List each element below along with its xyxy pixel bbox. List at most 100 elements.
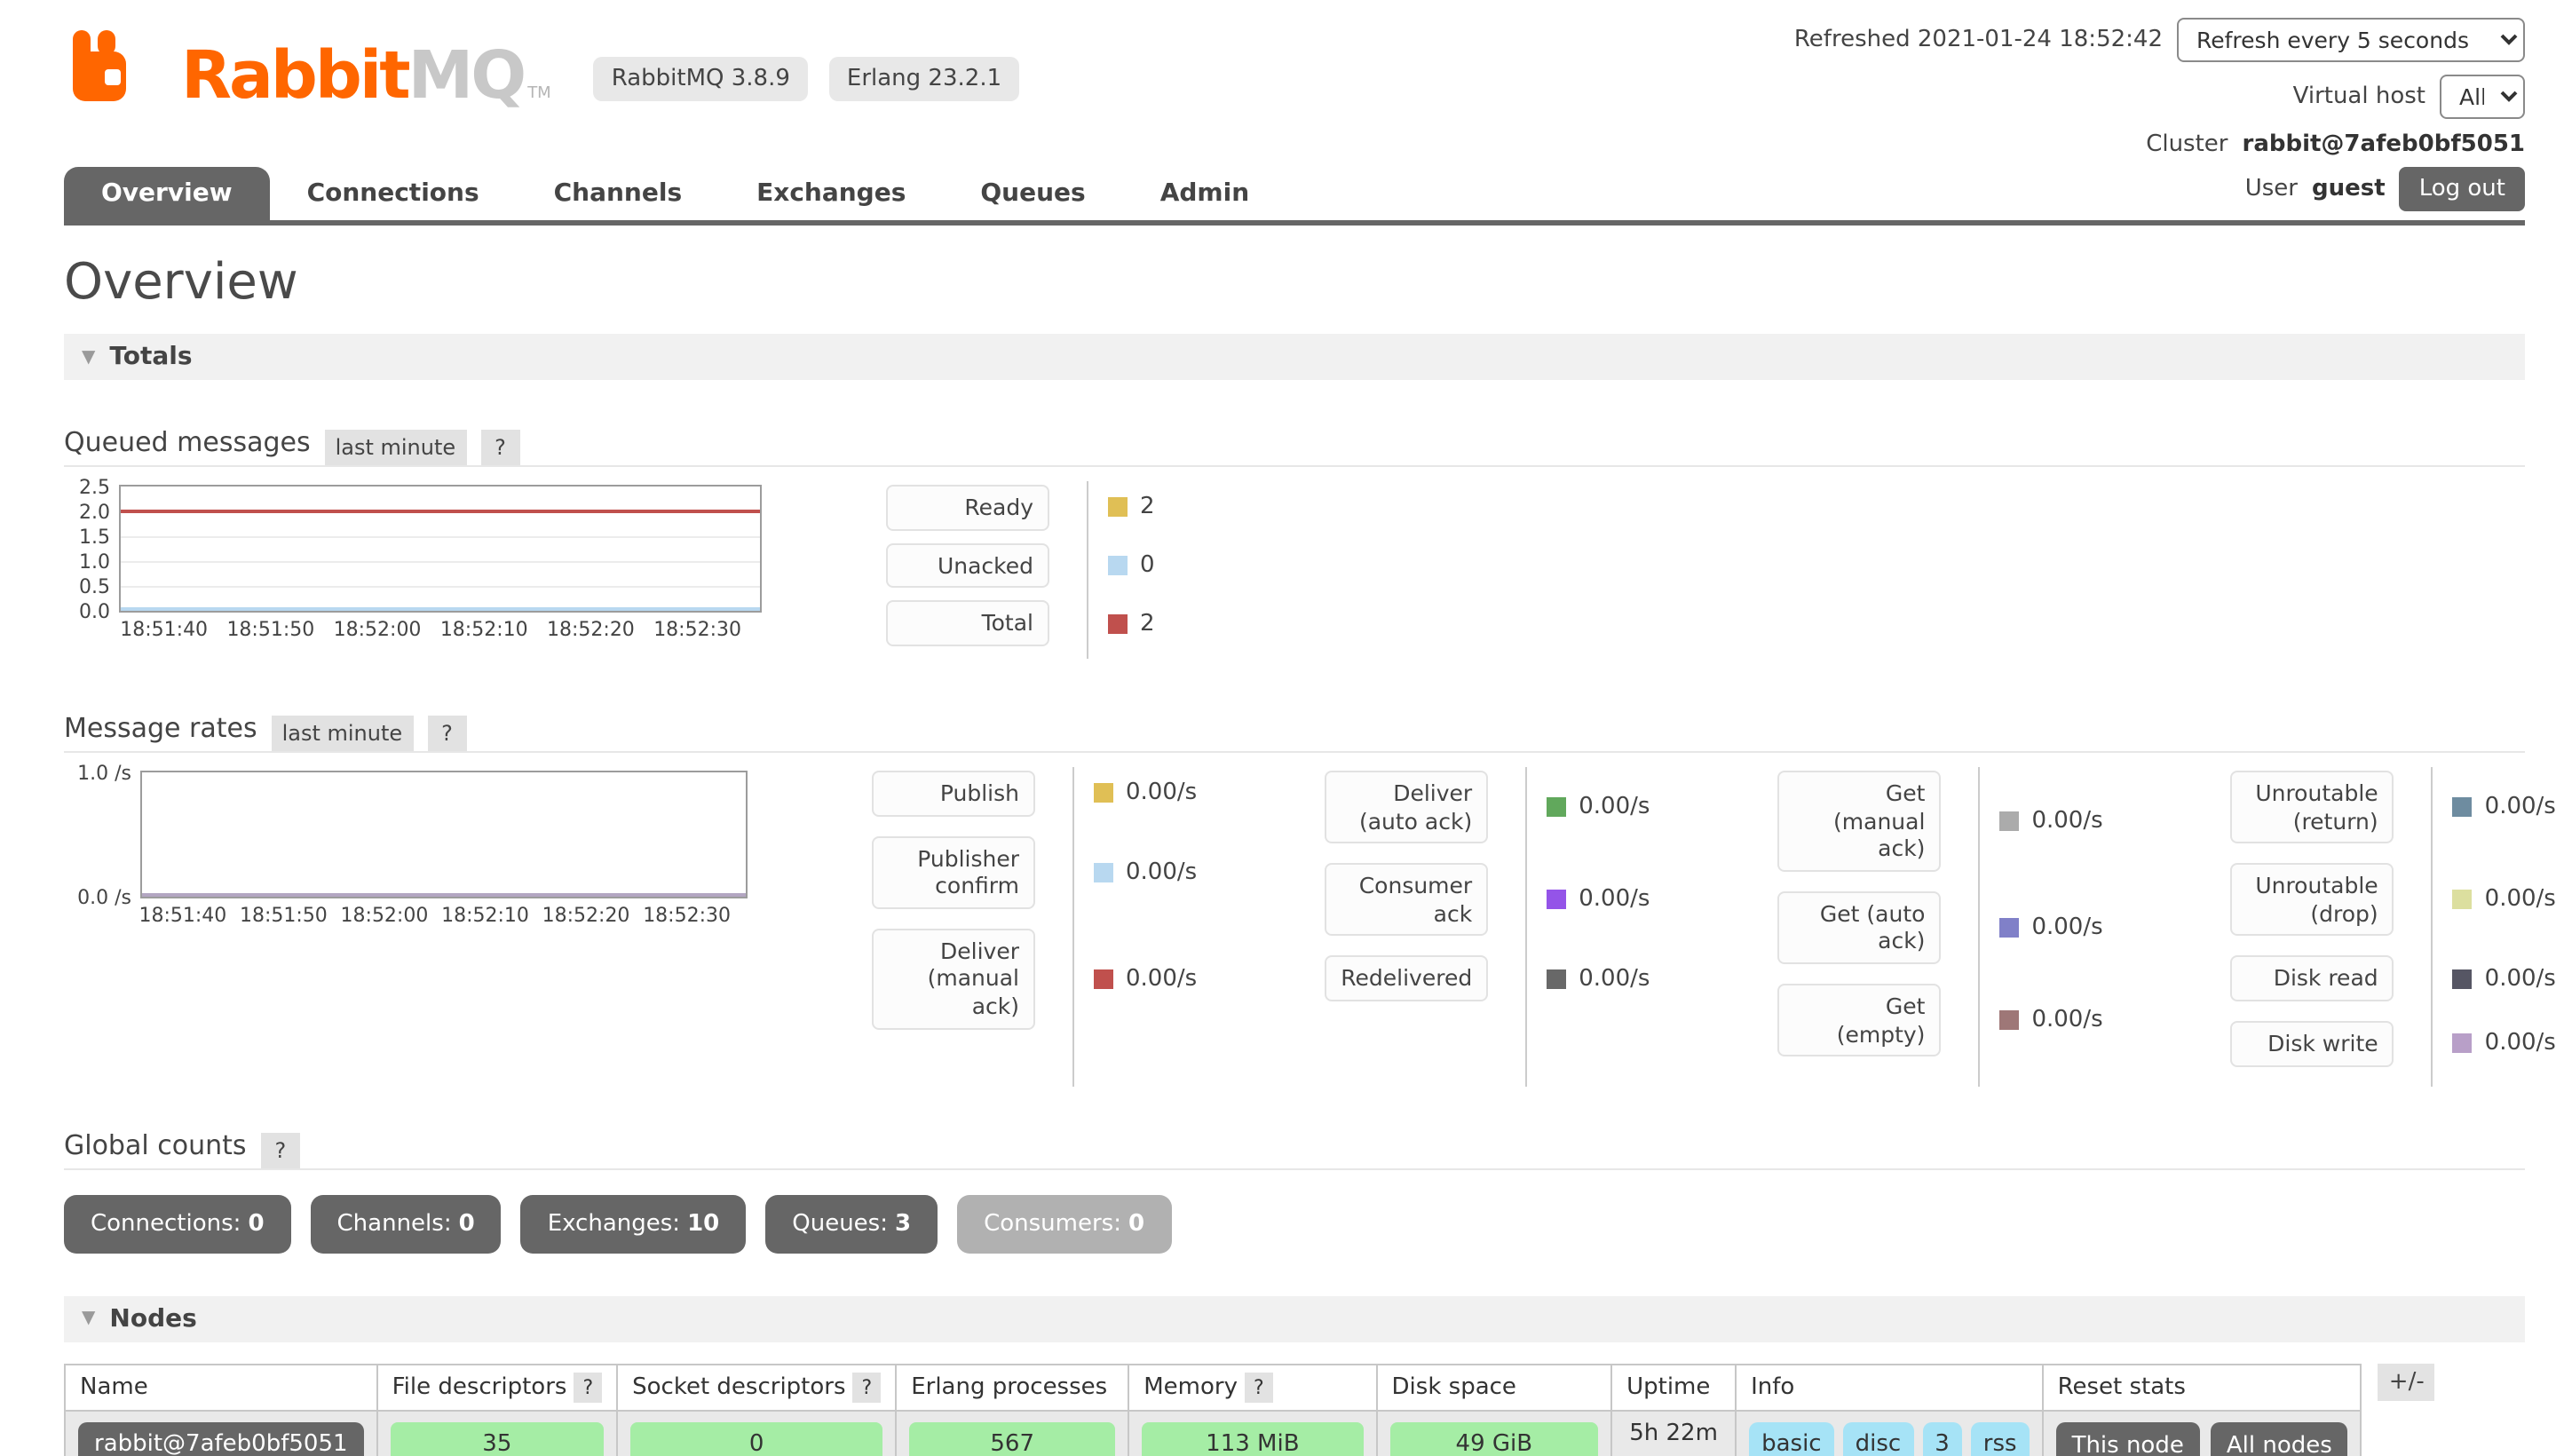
legend-label-publisher-confirm[interactable]: Publisher confirm — [872, 835, 1035, 909]
exchanges-count-button[interactable]: Exchanges:10 — [521, 1194, 747, 1253]
channels-count-button[interactable]: Channels:0 — [311, 1194, 502, 1253]
reset-stats-cell: This node All nodes — [2043, 1410, 2362, 1456]
tab-connections[interactable]: Connections — [270, 167, 517, 220]
unroutable-drop-swatch-icon — [2453, 890, 2473, 910]
disk-read-swatch-icon — [2453, 969, 2473, 988]
zero-rate-line — [142, 893, 746, 897]
disk-write-swatch-icon — [2453, 1034, 2473, 1054]
header: RabbitMQTM RabbitMQ 3.8.9 Erlang 23.2.1 … — [0, 0, 2556, 167]
legend-label-ready[interactable]: Ready — [886, 485, 1049, 530]
help-icon[interactable]: ? — [853, 1372, 882, 1402]
help-icon[interactable]: ? — [261, 1132, 301, 1167]
unacked-swatch-icon — [1108, 556, 1128, 575]
legend-label-consumer-ack[interactable]: Consumer ack — [1325, 863, 1488, 937]
ready-swatch-icon — [1108, 498, 1128, 518]
legend-label-unroutable-return[interactable]: Unroutable (return) — [2231, 771, 2394, 844]
legend-divider — [1087, 481, 1088, 659]
legend-label-unroutable-drop[interactable]: Unroutable (drop) — [2231, 863, 2394, 937]
message-rates-chart: 1.0 /s0.0 /s 18:51:4018:51:50 18:52:0018… — [64, 771, 748, 930]
file-descriptors-cell: 351048576 available — [377, 1410, 618, 1456]
help-icon[interactable]: ? — [480, 430, 520, 465]
socket-descriptors-cell: 0943629 available — [617, 1410, 896, 1456]
collapse-arrow-icon: ▼ — [82, 1309, 95, 1328]
legend-row: Unacked 0 — [886, 542, 1155, 588]
virtual-host-label: Virtual host — [2293, 83, 2425, 110]
tab-overview[interactable]: Overview — [64, 167, 270, 220]
consumers-count-button: Consumers:0 — [957, 1194, 1171, 1253]
connections-count-button[interactable]: Connections:0 — [64, 1194, 291, 1253]
column-toggle-button[interactable]: +/- — [2378, 1363, 2435, 1400]
time-window-badge[interactable]: last minute — [325, 430, 467, 465]
help-icon[interactable]: ? — [1245, 1372, 1273, 1402]
legend-label-publish[interactable]: Publish — [872, 771, 1035, 816]
legend-label-total[interactable]: Total — [886, 601, 1049, 646]
x-axis-ticks: 18:51:4018:51:50 18:52:0018:52:10 18:52:… — [119, 618, 762, 645]
queued-messages-heading: Queued messages last minute ? — [64, 426, 2525, 467]
reset-this-node-button[interactable]: This node — [2056, 1421, 2200, 1456]
get-empty-swatch-icon — [1999, 1010, 2019, 1030]
help-icon[interactable]: ? — [574, 1372, 602, 1402]
unacked-series-line — [121, 607, 760, 611]
node-name-badge[interactable]: rabbit@7afeb0bf5051 — [78, 1421, 364, 1456]
legend-label-get-manual-ack[interactable]: Get (manual ack) — [1777, 771, 1941, 872]
rabbitmq-version-badge: RabbitMQ 3.8.9 — [594, 57, 808, 101]
rates-legend-col-2: Deliver (auto ack)0.00/s Consumer ack0.0… — [1325, 771, 1650, 1087]
legend-row: Total 2 — [886, 601, 1155, 646]
uptime-cell: 5h 22m — [1611, 1410, 1736, 1456]
info-badge-rss: rss — [1971, 1421, 2030, 1456]
y-axis-ticks: 2.52.0 1.51.0 0.50.0 — [64, 485, 110, 613]
col-header-socket-descriptors: Socket descriptors? — [617, 1364, 896, 1410]
rates-legend-col-1: Publish0.00/s Publisher confirm0.00/s De… — [872, 771, 1197, 1087]
erlang-processes-cell: 5671048576 available — [896, 1410, 1128, 1456]
message-rates-legends: Publish0.00/s Publisher confirm0.00/s De… — [872, 771, 2556, 1087]
tab-admin[interactable]: Admin — [1123, 167, 1286, 220]
legend-label-redelivered[interactable]: Redelivered — [1325, 956, 1488, 1001]
col-header-memory: Memory? — [1128, 1364, 1376, 1410]
col-header-reset-stats: Reset stats — [2043, 1364, 2362, 1410]
rabbitmq-logo-icon[interactable] — [64, 25, 146, 107]
rabbitmq-wordmark[interactable]: RabbitMQTM — [181, 44, 551, 107]
page-title: Overview — [64, 252, 2525, 311]
legend-label-get-empty[interactable]: Get (empty) — [1777, 984, 1941, 1057]
get-manual-ack-swatch-icon — [1999, 811, 2019, 831]
tab-channels[interactable]: Channels — [517, 167, 720, 220]
deliver-auto-ack-swatch-icon — [1547, 797, 1566, 817]
user-label: User — [2245, 176, 2298, 202]
header-status-block: Refreshed 2021-01-24 18:52:42 Refresh ev… — [1794, 18, 2525, 224]
message-rates-heading: Message rates last minute ? — [64, 712, 2525, 753]
legend-divider — [1072, 767, 1074, 1087]
tab-exchanges[interactable]: Exchanges — [719, 167, 943, 220]
section-header-nodes[interactable]: ▼ Nodes — [64, 1295, 2525, 1341]
info-badge-disc: disc — [1843, 1421, 1914, 1456]
queued-messages-legend: Ready 2 Unacked 0 Total 2 — [886, 485, 1155, 659]
legend-divider — [2432, 767, 2433, 1087]
queued-messages-chart-block: 2.52.0 1.51.0 0.50.0 18:51:4018:51:50 18… — [64, 485, 2525, 659]
total-swatch-icon — [1108, 613, 1128, 633]
legend-label-disk-read[interactable]: Disk read — [2231, 956, 2394, 1001]
tab-queues[interactable]: Queues — [943, 167, 1122, 220]
time-window-badge[interactable]: last minute — [272, 716, 414, 751]
help-icon[interactable]: ? — [427, 716, 467, 751]
rates-legend-col-4: Unroutable (return)0.00/s Unroutable (dr… — [2231, 771, 2556, 1087]
disk-space-cell: 49 GiB48 MiB low watermark — [1377, 1410, 1612, 1456]
info-badge-basic: basic — [1749, 1421, 1834, 1456]
refreshed-timestamp: Refreshed 2021-01-24 18:52:42 — [1794, 27, 2163, 53]
publisher-confirm-swatch-icon — [1094, 862, 1113, 882]
section-header-totals[interactable]: ▼ Totals — [64, 334, 2525, 380]
legend-label-unacked[interactable]: Unacked — [886, 542, 1049, 588]
unroutable-return-swatch-icon — [2453, 797, 2473, 817]
col-header-name: Name — [65, 1364, 377, 1410]
cluster-label: Cluster — [2146, 131, 2228, 158]
legend-label-get-auto-ack[interactable]: Get (auto ack) — [1777, 891, 1941, 965]
virtual-host-select[interactable]: All — [2440, 75, 2525, 119]
legend-label-deliver-manual-ack[interactable]: Deliver (manual ack) — [872, 929, 1035, 1030]
info-badge-3: 3 — [1922, 1421, 1962, 1456]
user-name: guest — [2312, 176, 2386, 202]
reset-all-nodes-button[interactable]: All nodes — [2211, 1421, 2348, 1456]
legend-label-disk-write[interactable]: Disk write — [2231, 1021, 2394, 1066]
queues-count-button[interactable]: Queues:3 — [765, 1194, 938, 1253]
legend-label-deliver-auto-ack[interactable]: Deliver (auto ack) — [1325, 771, 1488, 844]
logout-button[interactable]: Log out — [2400, 167, 2525, 211]
refresh-interval-select[interactable]: Refresh every 5 seconds — [2177, 18, 2525, 62]
x-axis-ticks: 18:51:4018:51:50 18:52:0018:52:10 18:52:… — [140, 904, 748, 930]
